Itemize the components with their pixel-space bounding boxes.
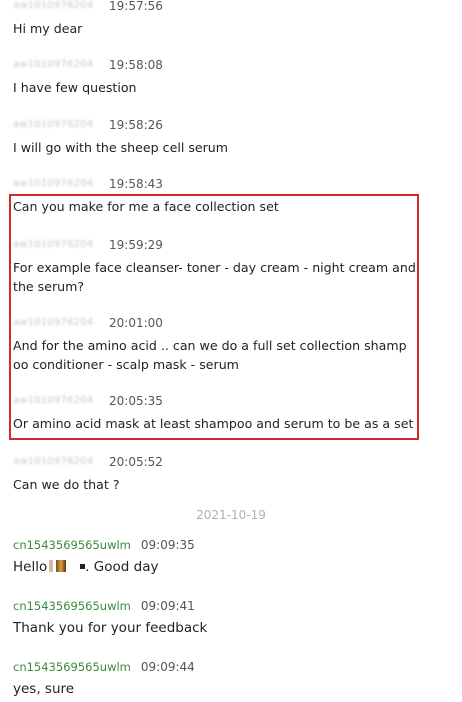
- message-time: 19:58:26: [109, 118, 163, 132]
- sender-name: aw1010976204: [13, 0, 94, 11]
- message-meta: aw1010976204 19:58:08: [13, 57, 443, 73]
- message-text: Can we do that ?: [13, 477, 120, 492]
- message-meta: aw1010976204 19:58:43: [13, 176, 443, 192]
- message-text: yes, sure: [13, 681, 75, 697]
- message-text: Hello . Good day: [13, 558, 443, 577]
- blurred-emoji-icon: [66, 560, 80, 572]
- sender-name: aw1010976204: [13, 59, 94, 70]
- chat-transcript: aw1010976204 19:57:56 Hi my dear aw101097…: [0, 0, 462, 702]
- chat-message: aw1010976204 19:57:56 Hi my dear: [13, 0, 443, 38]
- message-text: Thank you for your feedback: [13, 620, 208, 636]
- highlight-box: [9, 194, 419, 440]
- message-time: 19:58:43: [109, 177, 163, 191]
- date-separator: 2021-10-19: [196, 508, 266, 522]
- message-meta: cn1543569565uwlm 09:09:44: [13, 659, 443, 675]
- sender-name: aw1010976204: [13, 456, 94, 467]
- message-meta: cn1543569565uwlm 09:09:41: [13, 598, 443, 614]
- message-time: 09:09:41: [140, 599, 195, 613]
- message-time: 09:09:44: [140, 660, 195, 674]
- message-text: I have few question: [13, 80, 137, 95]
- sender-name: cn1543569565uwlm: [13, 538, 131, 552]
- message-text-start: Hello: [13, 559, 48, 575]
- sender-name: cn1543569565uwlm: [13, 599, 131, 613]
- message-text-end: . Good day: [85, 559, 159, 575]
- message-meta: aw1010976204 20:05:52: [13, 454, 443, 470]
- chat-reply: cn1543569565uwlm 09:09:44 yes, sure: [13, 659, 443, 699]
- sender-name: aw1010976204: [13, 178, 94, 189]
- message-meta: aw1010976204 19:57:56: [13, 0, 443, 14]
- message-meta: aw1010976204 19:58:26: [13, 117, 443, 133]
- chat-message: aw1010976204 19:58:26 I will go with the …: [13, 117, 443, 157]
- message-time: 09:09:35: [140, 538, 195, 552]
- chat-reply: cn1543569565uwlm 09:09:35 Hello . Good day: [13, 537, 443, 577]
- message-text: I will go with the sheep cell serum: [13, 140, 229, 155]
- message-time: 19:58:08: [109, 58, 163, 72]
- message-meta: cn1543569565uwlm 09:09:35: [13, 537, 443, 553]
- message-time: 20:05:52: [109, 455, 163, 469]
- sender-name: cn1543569565uwlm: [13, 660, 131, 674]
- chat-reply: cn1543569565uwlm 09:09:41 Thank you for y…: [13, 598, 443, 638]
- sender-name: aw1010976204: [13, 119, 94, 130]
- message-text: Hi my dear: [13, 21, 83, 36]
- chat-message: aw1010976204 20:05:52 Can we do that ?: [13, 454, 443, 494]
- blurred-emoji-icon: [56, 560, 67, 572]
- blurred-emoji-icon: [49, 560, 54, 572]
- message-time: 19:57:56: [109, 0, 163, 13]
- chat-message: aw1010976204 19:58:08 I have few question: [13, 57, 443, 97]
